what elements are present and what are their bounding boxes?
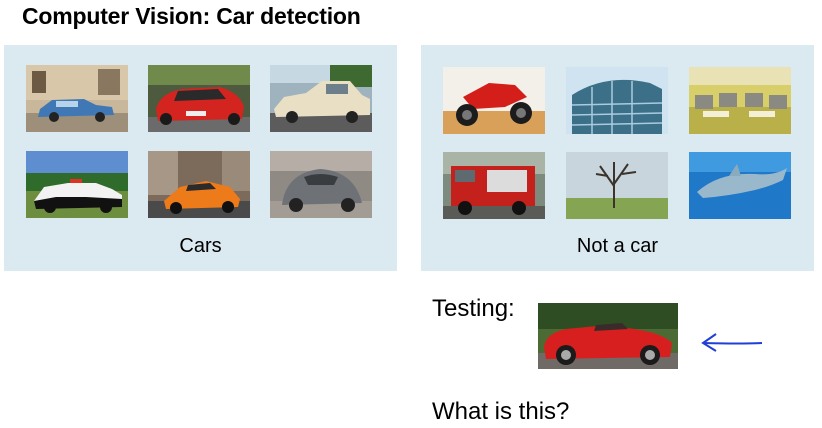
cars-panel: Cars xyxy=(4,45,397,271)
glass-building-image xyxy=(566,67,668,134)
fire-truck-image xyxy=(443,152,545,219)
not-car-panel: Not a car xyxy=(421,45,814,271)
not-car-caption: Not a car xyxy=(576,235,659,257)
orange-lamborghini-image xyxy=(148,151,250,218)
page-title: Computer Vision: Car detection xyxy=(22,3,361,29)
dolphin-image xyxy=(689,152,791,219)
testing-label: Testing: xyxy=(432,295,515,322)
police-car-image xyxy=(26,151,128,218)
tree-field-image xyxy=(566,152,668,219)
question-text: What is this? xyxy=(432,398,570,425)
red-motorcycle-image xyxy=(443,67,545,134)
red-sports-car-image xyxy=(148,65,250,132)
grey-beetle-image xyxy=(270,151,372,218)
pointer-arrow-icon xyxy=(701,333,763,352)
vintage-blue-car-image xyxy=(26,65,128,132)
office-cubicles-image xyxy=(689,67,791,134)
red-convertible-test-image xyxy=(538,303,678,369)
cream-vintage-car-image xyxy=(270,65,372,132)
cars-caption: Cars xyxy=(179,235,222,257)
